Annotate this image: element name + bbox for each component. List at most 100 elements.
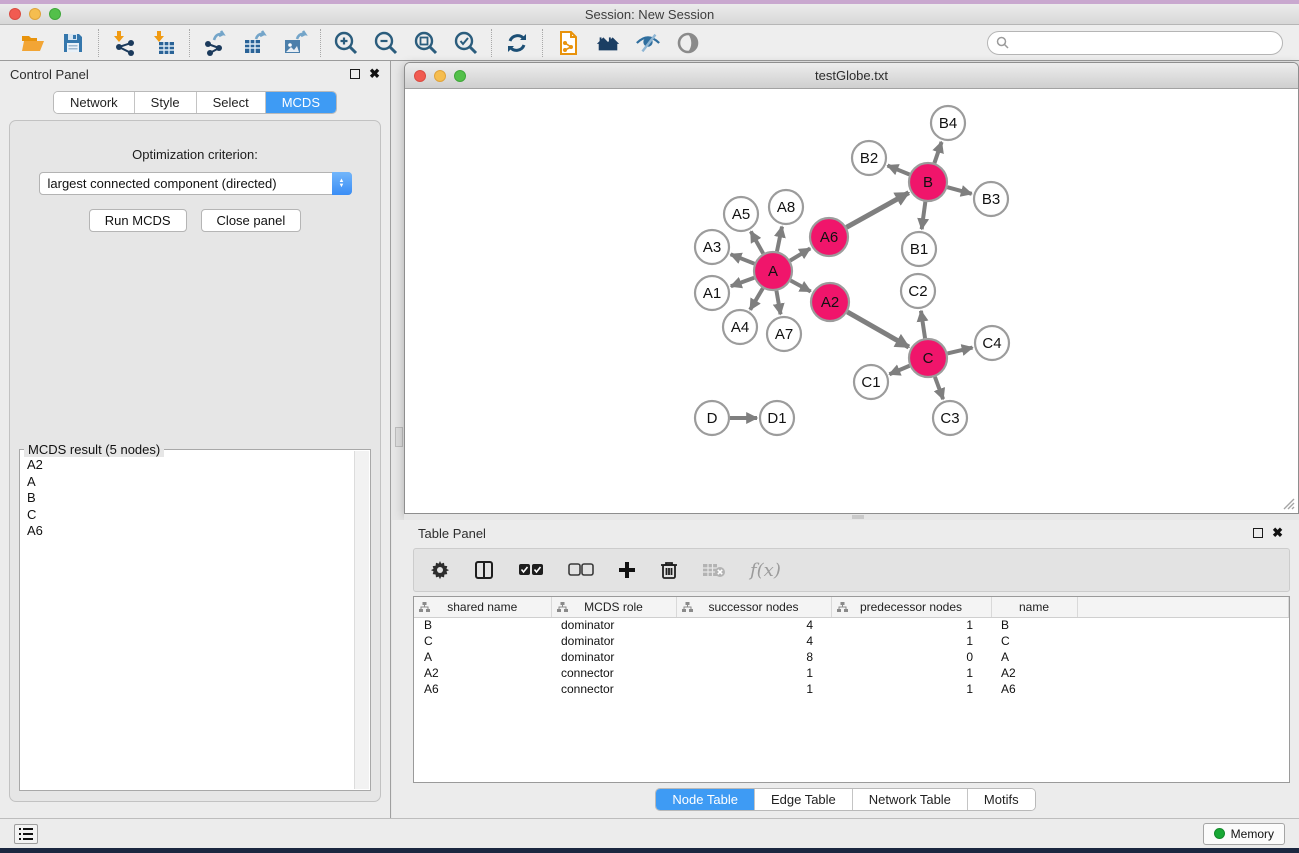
run-mcds-button[interactable]: Run MCDS	[89, 209, 187, 232]
graph-node-A3[interactable]: A3	[695, 230, 729, 264]
edge-B-B4[interactable]	[934, 142, 941, 163]
edge-A-A2[interactable]	[791, 281, 811, 292]
tab-motifs[interactable]: Motifs	[968, 789, 1035, 810]
tab-edge-table[interactable]: Edge Table	[755, 789, 853, 810]
graph-node-D1[interactable]: D1	[760, 401, 794, 435]
result-item[interactable]: A	[27, 474, 348, 491]
graph-node-B1[interactable]: B1	[902, 232, 936, 266]
graph-node-C2[interactable]: C2	[901, 274, 935, 308]
function-builder-icon[interactable]: f(x)	[750, 560, 781, 581]
edge-A-A6[interactable]	[790, 248, 810, 260]
zoom-selected-icon[interactable]	[453, 30, 479, 56]
edge-C-C3[interactable]	[935, 377, 943, 399]
graph-node-A6[interactable]: A6	[810, 218, 848, 256]
close-table-panel-icon[interactable]: ✖	[1272, 528, 1283, 538]
result-item[interactable]: B	[27, 490, 348, 507]
hide-selected-icon[interactable]	[635, 30, 661, 56]
edge-A-A7[interactable]	[776, 291, 780, 315]
graph-node-B2[interactable]: B2	[852, 141, 886, 175]
edge-A-A1[interactable]	[731, 278, 754, 286]
delete-table-icon[interactable]	[702, 562, 726, 578]
network-window-titlebar[interactable]: testGlobe.txt	[405, 63, 1298, 89]
memory-button[interactable]: Memory	[1203, 823, 1285, 845]
graph-node-A7[interactable]: A7	[767, 317, 801, 351]
add-column-icon[interactable]	[618, 561, 636, 579]
edge-A-A5[interactable]	[751, 231, 763, 253]
import-network-icon[interactable]	[111, 30, 137, 56]
column-header-predecessor-nodes[interactable]: predecessor nodes	[831, 597, 991, 617]
table-row[interactable]: A6connector11A6	[414, 681, 1289, 697]
column-header-MCDS-role[interactable]: MCDS role	[551, 597, 676, 617]
import-table-icon[interactable]	[151, 30, 177, 56]
graph-node-A[interactable]: A	[754, 252, 792, 290]
search-field[interactable]	[987, 31, 1283, 55]
column-header-name[interactable]: name	[991, 597, 1077, 617]
network-file-icon[interactable]	[555, 30, 581, 56]
zoom-in-icon[interactable]	[333, 30, 359, 56]
table-row[interactable]: A2connector11A2	[414, 665, 1289, 681]
delete-icon[interactable]	[660, 560, 678, 580]
tab-mcds[interactable]: MCDS	[266, 92, 336, 113]
open-file-icon[interactable]	[20, 30, 46, 56]
graph-node-C[interactable]: C	[909, 339, 947, 377]
optimization-criterion-select[interactable]: largest connected component (directed) ▲…	[39, 172, 352, 195]
float-table-panel-icon[interactable]	[1253, 528, 1263, 538]
gear-icon[interactable]	[430, 560, 450, 580]
edge-A-A3[interactable]	[731, 254, 755, 263]
tab-network-table[interactable]: Network Table	[853, 789, 968, 810]
graph-node-C3[interactable]: C3	[933, 401, 967, 435]
home-icon[interactable]	[595, 30, 621, 56]
columns-icon[interactable]	[474, 560, 494, 580]
graph-node-C1[interactable]: C1	[854, 365, 888, 399]
export-network-icon[interactable]	[202, 30, 228, 56]
graph-node-C4[interactable]: C4	[975, 326, 1009, 360]
close-panel-icon[interactable]: ✖	[369, 69, 380, 79]
graph-node-A5[interactable]: A5	[724, 197, 758, 231]
graph-node-A4[interactable]: A4	[723, 310, 757, 344]
edge-B-B3[interactable]	[947, 187, 971, 194]
split-divider-handle[interactable]	[395, 427, 403, 447]
float-panel-icon[interactable]	[350, 69, 360, 79]
result-item[interactable]: A2	[27, 457, 348, 474]
result-item[interactable]: C	[27, 507, 348, 524]
edge-B-B1[interactable]	[922, 202, 926, 229]
export-image-icon[interactable]	[282, 30, 308, 56]
export-table-icon[interactable]	[242, 30, 268, 56]
table-row[interactable]: Cdominator41C	[414, 633, 1289, 649]
column-header-shared-name[interactable]: shared name	[414, 597, 551, 617]
graph-node-B4[interactable]: B4	[931, 106, 965, 140]
network-canvas[interactable]: B4 B2 B B3 A5 A8A6 B1 A3 A A1 C2 A2 A4 A7 C4 C C1 C3 D D1	[405, 89, 1298, 513]
column-header-successor-nodes[interactable]: successor nodes	[676, 597, 831, 617]
edge-C-C2[interactable]	[921, 311, 925, 338]
edge-C-C4[interactable]	[947, 348, 972, 354]
save-session-icon[interactable]	[60, 30, 86, 56]
edge-A-A8[interactable]	[777, 227, 782, 252]
edge-C-C1[interactable]	[889, 366, 909, 374]
graph-node-A1[interactable]: A1	[695, 276, 729, 310]
edge-B-B2[interactable]	[888, 166, 910, 175]
tab-node-table[interactable]: Node Table	[656, 789, 755, 810]
tab-style[interactable]: Style	[135, 92, 197, 113]
table-row[interactable]: Bdominator41B	[414, 617, 1289, 633]
edge-A2-C[interactable]	[847, 312, 909, 347]
zoom-fit-icon[interactable]	[413, 30, 439, 56]
search-input[interactable]	[1014, 35, 1274, 50]
graph-node-A8[interactable]: A8	[769, 190, 803, 224]
deselect-all-icon[interactable]	[568, 563, 594, 577]
result-scrollbar[interactable]	[354, 451, 369, 789]
result-item[interactable]: A6	[27, 523, 348, 540]
zoom-out-icon[interactable]	[373, 30, 399, 56]
graph-node-B3[interactable]: B3	[974, 182, 1008, 216]
task-history-button[interactable]	[14, 824, 38, 844]
table-row[interactable]: Adominator80A	[414, 649, 1289, 665]
select-all-icon[interactable]	[518, 563, 544, 577]
graph-node-A2[interactable]: A2	[811, 283, 849, 321]
tab-network[interactable]: Network	[54, 92, 135, 113]
resize-grip-icon[interactable]	[1280, 495, 1296, 511]
show-eye-icon[interactable]	[675, 30, 701, 56]
edge-A6-B[interactable]	[846, 193, 908, 228]
tab-select[interactable]: Select	[197, 92, 266, 113]
graph-node-B[interactable]: B	[909, 163, 947, 201]
edge-A-A4[interactable]	[750, 288, 763, 310]
graph-node-D[interactable]: D	[695, 401, 729, 435]
